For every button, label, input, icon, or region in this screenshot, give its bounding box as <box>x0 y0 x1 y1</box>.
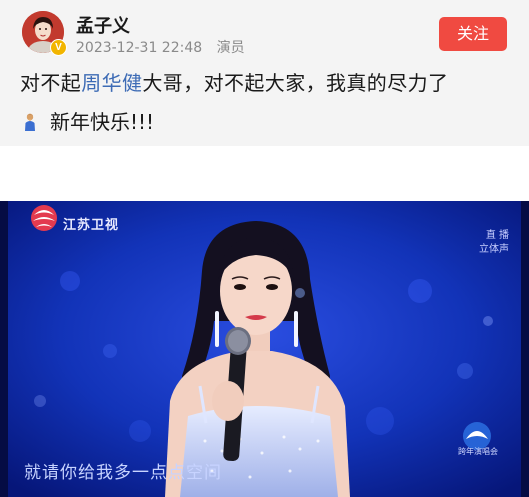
username[interactable]: 孟子义 <box>76 12 130 38</box>
lyric-subtitle: 就请你给我多一点点空间 <box>24 463 222 483</box>
stage-scene-image <box>0 201 529 497</box>
weibo-post-card: V 孟子义 2023-12-31 22:48 演员 关注 对不起周华健大哥，对不… <box>0 0 529 146</box>
jiangsu-tv-logo-icon <box>31 205 57 231</box>
follow-button[interactable]: 关注 <box>439 17 507 51</box>
user-profession: 演员 <box>216 40 245 56</box>
post-text-new-year: 新年快乐!!! <box>50 110 155 134</box>
post-text-before-mention: 对不起 <box>20 71 82 95</box>
praying-person-emoji-icon <box>25 113 35 131</box>
post-text-line-2: 新年快乐!!! <box>22 106 154 135</box>
page: V 孟子义 2023-12-31 22:48 演员 关注 对不起周华健大哥，对不… <box>0 0 529 497</box>
stereo-label: 立体声 <box>479 244 509 255</box>
mention-link[interactable]: 周华健 <box>81 71 142 95</box>
post-timestamp: 2023-12-31 22:48 <box>76 40 203 56</box>
live-stereo-tag: 直 播 立体声 <box>479 229 509 257</box>
live-label: 直 播 <box>485 230 509 241</box>
program-logo-text: 跨年演唱会 <box>458 447 498 456</box>
channel-name: 江苏卫视 <box>63 218 120 233</box>
post-text-after-mention: 大哥，对不起大家，我真的尽力了 <box>142 71 449 95</box>
post-text-line-1: 对不起周华健大哥，对不起大家，我真的尽力了 <box>20 67 448 96</box>
tv-broadcast-photo: 江苏卫视 直 播 立体声 跨年演唱会 就请你给我多一点点空间 <box>0 201 529 497</box>
verified-badge-icon: V <box>50 39 67 56</box>
post-meta: 2023-12-31 22:48 演员 <box>76 37 255 57</box>
